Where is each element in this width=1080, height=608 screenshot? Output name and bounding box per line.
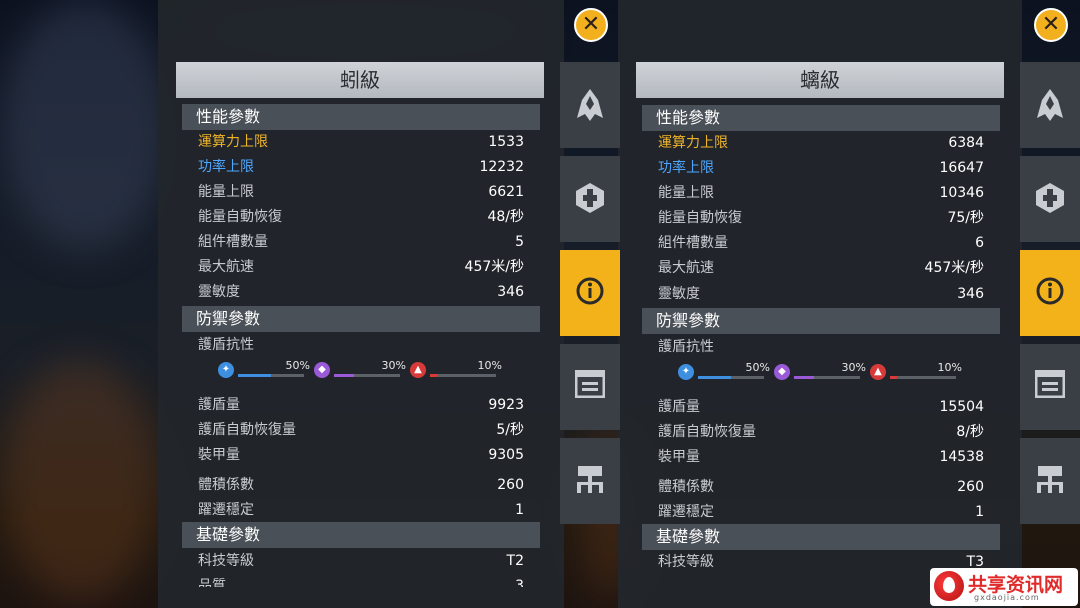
stat-row: 靈敏度 346 <box>198 284 524 300</box>
stat-row: 躍遷穩定 1 <box>658 504 984 520</box>
stat-row: 功率上限 12232 <box>198 159 524 175</box>
stat-row: 運算力上限 1533 <box>198 134 524 150</box>
watermark-logo-icon <box>934 571 964 601</box>
stat-row: 體積係數 260 <box>198 477 524 493</box>
resistance-bar <box>238 374 304 377</box>
ship-stats-panel-right: 螭級 性能參數 運算力上限 6384 功率上限 16647 能量上限 10346 能量… <box>618 0 1022 608</box>
section-performance: 性能參數 <box>642 105 1000 131</box>
shield-resistance-row: ✦ 50% ◆ 30% ▲ 10% <box>218 359 518 381</box>
blueprint-icon <box>577 466 603 493</box>
resistance-bar <box>698 376 764 379</box>
resistance-bar <box>890 376 956 379</box>
stat-row: 護盾抗性 <box>658 339 714 355</box>
kinetic-resist-icon: ◆ <box>774 364 790 380</box>
info-icon <box>1036 277 1064 305</box>
stat-row: 最大航速 457米/秒 <box>198 259 524 275</box>
stat-row: 護盾自動恢復量 5/秒 <box>198 422 524 438</box>
stat-row: 護盾量 15504 <box>658 399 984 415</box>
stat-row: 裝甲量 9305 <box>198 447 524 463</box>
stat-row: 組件槽數量 5 <box>198 234 524 250</box>
stat-row: 躍遷穩定 1 <box>198 502 524 518</box>
energy-resist-icon: ✦ <box>678 364 694 380</box>
stat-row: 能量自動恢復 48/秒 <box>198 209 524 225</box>
close-icon: ✕ <box>581 12 601 37</box>
resistance-bar <box>794 376 860 379</box>
stat-row: 體積係數 260 <box>658 479 984 495</box>
shield-resistance-row: ✦ 50% ◆ 30% ▲ 10% <box>678 361 978 383</box>
resistance-bar <box>430 374 496 377</box>
info-icon <box>576 277 604 305</box>
section-performance: 性能參數 <box>182 104 540 130</box>
stat-row: 裝甲量 14538 <box>658 449 984 465</box>
kinetic-resist-icon: ◆ <box>314 362 330 378</box>
close-button[interactable]: ✕ <box>1034 8 1068 42</box>
ship-icon <box>1037 89 1063 121</box>
tab-blueprint[interactable] <box>560 438 620 524</box>
section-basic: 基礎參數 <box>182 522 540 548</box>
stat-row: 運算力上限 6384 <box>658 135 984 151</box>
fire-resist-icon: ▲ <box>870 364 886 380</box>
resistance-bar <box>334 374 400 377</box>
blueprint-icon <box>1037 466 1063 493</box>
section-defense: 防禦參數 <box>642 308 1000 334</box>
close-button[interactable]: ✕ <box>574 8 608 42</box>
stat-row: 護盾量 9923 <box>198 397 524 413</box>
watermark-url: gxdaojia.com <box>974 593 1040 602</box>
stat-row: 品質 3 <box>198 578 524 587</box>
tab-modules[interactable] <box>560 156 620 242</box>
stat-row: 最大航速 457米/秒 <box>658 260 984 276</box>
tab-list[interactable] <box>560 344 620 430</box>
tab-info[interactable] <box>1020 250 1080 336</box>
resistance-entry: ▲ 10% <box>870 361 962 383</box>
energy-resist-icon: ✦ <box>218 362 234 378</box>
resistance-entry: ▲ 10% <box>410 359 502 381</box>
resistance-entry: ◆ 30% <box>314 359 406 381</box>
tab-ship[interactable] <box>560 62 620 148</box>
tab-ship[interactable] <box>1020 62 1080 148</box>
list-icon <box>575 370 605 398</box>
ship-stats-panel-left: 蚓級 性能參數 運算力上限 1533 功率上限 12232 能量上限 6621 能量自… <box>158 0 564 608</box>
site-watermark: 共享资讯网 gxdaojia.com <box>930 568 1078 606</box>
module-icon <box>576 183 604 213</box>
ship-class-title: 蚓級 <box>176 62 544 98</box>
tab-info[interactable] <box>560 250 620 336</box>
ship-class-title: 螭級 <box>636 62 1004 98</box>
tab-blueprint[interactable] <box>1020 438 1080 524</box>
resistance-entry: ✦ 50% <box>678 361 770 383</box>
resistance-entry: ✦ 50% <box>218 359 310 381</box>
stat-row: 組件槽數量 6 <box>658 235 984 251</box>
tab-modules[interactable] <box>1020 156 1080 242</box>
section-defense: 防禦參數 <box>182 306 540 332</box>
list-icon <box>1035 370 1065 398</box>
ship-icon <box>577 89 603 121</box>
tab-list[interactable] <box>1020 344 1080 430</box>
stat-row: 靈敏度 346 <box>658 286 984 302</box>
stat-row: 能量自動恢復 75/秒 <box>658 210 984 226</box>
stat-row: 科技等級 T2 <box>198 553 524 569</box>
stat-row: 護盾抗性 <box>198 337 254 353</box>
stat-row: 能量上限 10346 <box>658 185 984 201</box>
stat-row: 功率上限 16647 <box>658 160 984 176</box>
section-basic: 基礎參數 <box>642 524 1000 550</box>
resistance-entry: ◆ 30% <box>774 361 866 383</box>
module-icon <box>1036 183 1064 213</box>
stat-row: 護盾自動恢復量 8/秒 <box>658 424 984 440</box>
close-icon: ✕ <box>1041 12 1061 37</box>
fire-resist-icon: ▲ <box>410 362 426 378</box>
stat-row: 能量上限 6621 <box>198 184 524 200</box>
